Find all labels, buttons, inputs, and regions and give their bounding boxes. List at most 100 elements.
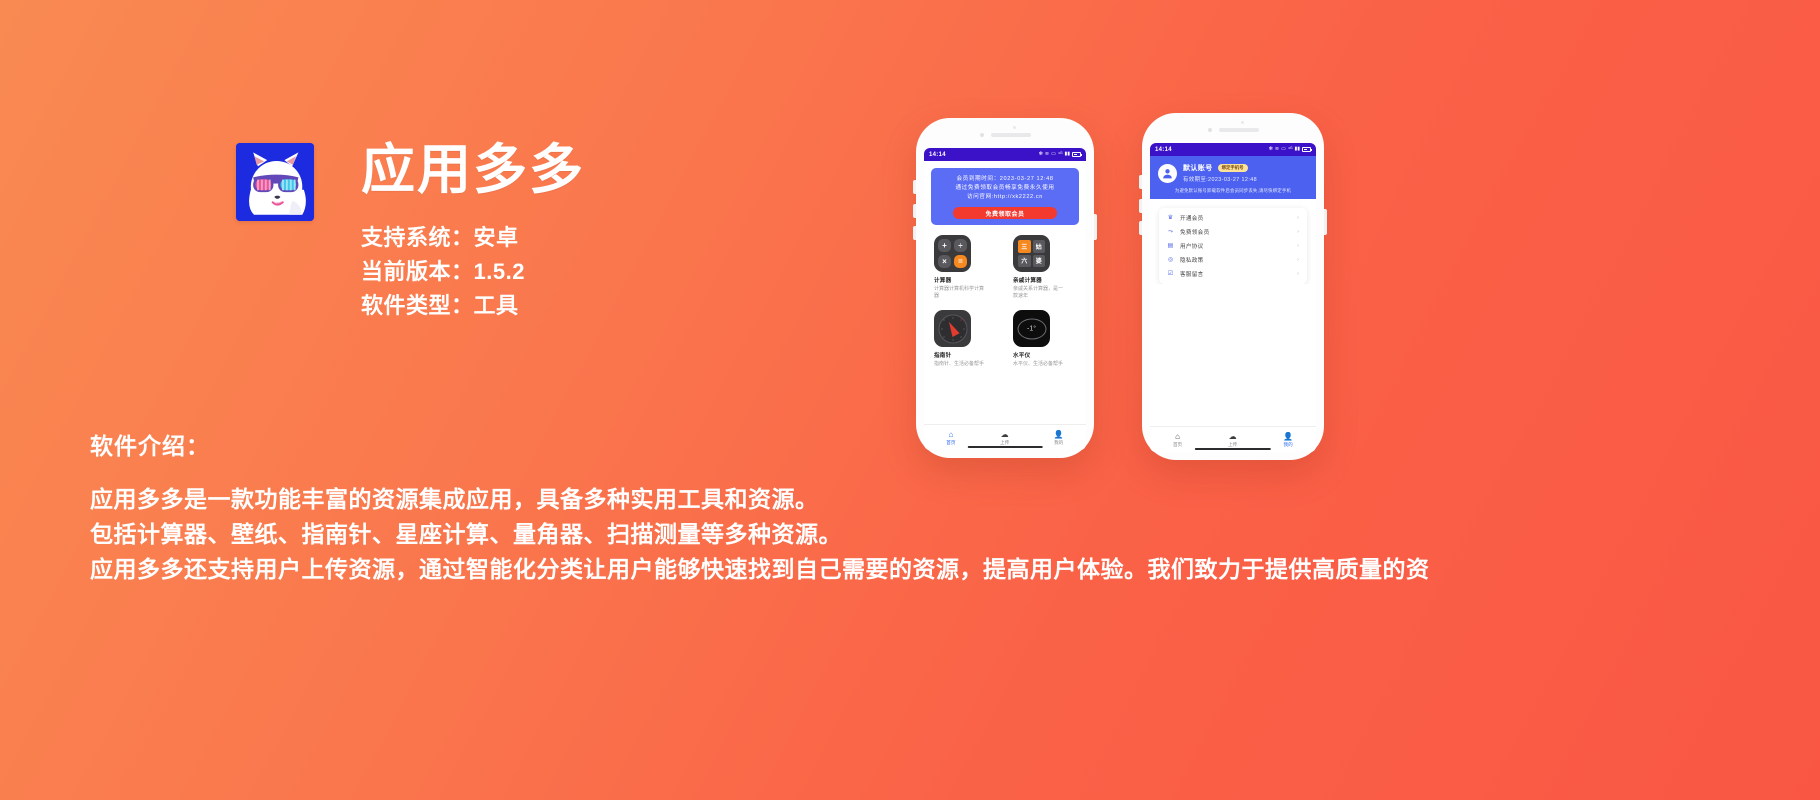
share-icon: ⤳ — [1168, 229, 1173, 235]
battery-icon — [1302, 147, 1312, 152]
speaker-grill — [1218, 128, 1259, 132]
sim-icon: ▭ — [1051, 151, 1056, 157]
menu-label: 免费领会员 — [1180, 230, 1210, 236]
rel-key-4: 婆 — [1032, 254, 1045, 267]
claim-free-membership-button[interactable]: 免费领取会员 — [952, 207, 1058, 219]
wifi-icon: ≋ — [1044, 151, 1050, 157]
chevron-right-icon: › — [1297, 271, 1299, 277]
calc-key-multiply: × — [938, 255, 951, 268]
battery-icon — [1072, 152, 1082, 157]
app-item-level[interactable]: -1° 水平仪 水平仪、生活必备帮手 — [1013, 310, 1076, 368]
tab-label: 首页 — [946, 440, 956, 445]
phone-mockup-profile: 14:14 ✻ ≋ ▭ ⁴ᴳ ▮▮ 默认账号 绑定手机号 有效期至:2023-0… — [1139, 113, 1327, 460]
profile-header: 默认账号 绑定手机号 有效期至:2023-03-27 12:48 为避免默认账号… — [1150, 156, 1316, 199]
promo-description: 通过免费领取会员畅享免费永久使用 — [955, 185, 1055, 191]
meta-support-system: 支持系统：安卓 — [361, 225, 519, 250]
avatar[interactable] — [1158, 163, 1177, 183]
calc-key-plus: + — [938, 239, 951, 252]
status-bar: 14:14 ✻ ≋ ▭ ⁴ᴳ ▮▮ — [924, 148, 1086, 161]
tab-label: 上传 — [1000, 440, 1010, 445]
signal-bars-icon: ▮▮ — [1064, 151, 1070, 157]
tab-upload[interactable]: ☁ 上传 — [1228, 433, 1237, 448]
tab-upload[interactable]: ☁ 上传 — [1000, 431, 1009, 446]
app-name: 计算器 — [934, 278, 952, 284]
bind-phone-badge[interactable]: 绑定手机号 — [1217, 163, 1248, 173]
chevron-right-icon: › — [1297, 229, 1299, 235]
profile-body: 默认账号 绑定手机号 有效期至:2023-03-27 12:48 为避免默认账号… — [1150, 156, 1316, 452]
bluetooth-icon: ✻ — [1038, 151, 1043, 157]
signal-bars-icon: ▮▮ — [1294, 146, 1300, 152]
home-body: 会员到期时间：2023-03-27 12:48 通过免费领取会员畅享免费永久使用… — [924, 161, 1086, 424]
app-icon — [236, 143, 314, 221]
app-name: 亲戚计算器 — [1013, 278, 1042, 284]
home-icon: ⌂ — [1175, 432, 1180, 441]
menu-item-user-agreement[interactable]: ▤ 用户协议 › — [1159, 239, 1307, 253]
person-icon: 👤 — [1283, 432, 1294, 441]
phone-screen-profile: 14:14 ✻ ≋ ▭ ⁴ᴳ ▮▮ 默认账号 绑定手机号 有效期至:2023-0… — [1150, 143, 1316, 452]
menu-label: 用户协议 — [1180, 244, 1204, 250]
app-desc: 亲戚关系计算器，是一款速年 — [1013, 286, 1064, 299]
menu-label: 隐私政策 — [1180, 258, 1204, 264]
profile-menu-card: ♛ 开通会员 › ⤳ 免费领会员 › ▤ 用户协议 › ◎ 隐私政策 › ☑ 客… — [1159, 208, 1307, 284]
relatives-calculator-icon: 三 姑 六 婆 — [1013, 235, 1050, 272]
person-icon — [1163, 168, 1172, 178]
status-icons: ✻ ≋ ▭ ⁴ᴳ ▮▮ — [1269, 146, 1312, 152]
membership-promo-banner: 会员到期时间：2023-03-27 12:48 通过免费领取会员畅享免费永久使用… — [931, 168, 1079, 225]
promo-website: 访问官网:http://xk2222.cn — [966, 194, 1044, 200]
phone-screen-home: 14:14 ✻ ≋ ▭ ⁴ᴳ ▮▮ 会员到期时间：2023-03-27 12:4… — [924, 148, 1086, 450]
tab-label: 首页 — [1172, 442, 1183, 447]
app-item-calculator[interactable]: + ÷ × = 计算器 计算器计算机科学计算器 — [934, 235, 997, 300]
intro-line-3: 应用多多还支持用户上传资源，通过智能化分类让用户能够快速找到自己需要的资源，提高… — [90, 556, 1430, 582]
status-bar: 14:14 ✻ ≋ ▭ ⁴ᴳ ▮▮ — [1150, 143, 1316, 156]
shield-lock-icon: ◎ — [1167, 257, 1174, 263]
chevron-right-icon: › — [1297, 243, 1299, 249]
menu-item-customer-service[interactable]: ☑ 客服留言 › — [1159, 267, 1307, 281]
camera-dot-icon — [979, 133, 984, 137]
compass-icon — [934, 310, 971, 347]
tab-mine[interactable]: 👤 我的 — [1283, 433, 1293, 448]
tab-label: 我的 — [1283, 442, 1293, 447]
cat-sunglasses-icon — [236, 143, 314, 221]
tab-label: 我的 — [1054, 440, 1064, 445]
status-time: 14:14 — [1155, 146, 1172, 153]
level-icon: -1° — [1013, 310, 1050, 347]
app-item-compass[interactable]: 指南针 指南针、生活必备帮手 — [934, 310, 997, 368]
menu-item-privacy-policy[interactable]: ◎ 隐私政策 › — [1159, 253, 1307, 267]
upload-cloud-icon: ☁ — [1228, 432, 1237, 441]
level-reading: -1° — [1017, 318, 1046, 339]
app-item-relatives-calculator[interactable]: 三 姑 六 婆 亲戚计算器 亲戚关系计算器，是一款速年 — [1013, 235, 1076, 300]
menu-item-free-vip[interactable]: ⤳ 免费领会员 › — [1159, 225, 1307, 239]
status-icons: ✻ ≋ ▭ ⁴ᴳ ▮▮ — [1038, 151, 1082, 157]
sensor-dot-icon — [1013, 126, 1016, 129]
tab-home[interactable]: ⌂ 首页 — [1173, 433, 1182, 448]
app-grid: + ÷ × = 计算器 计算器计算机科学计算器 三 姑 六 婆 亲戚计算器 亲戚… — [931, 235, 1079, 368]
tab-home[interactable]: ⌂ 首页 — [946, 431, 955, 446]
app-meta-list: 支持系统：安卓 当前版本：1.5.2 软件类型：工具 — [361, 221, 585, 323]
bottom-tab-bar: ⌂ 首页 ☁ 上传 👤 我的 — [1150, 426, 1316, 452]
tab-mine[interactable]: 👤 我的 — [1054, 431, 1064, 446]
menu-label: 客服留言 — [1180, 272, 1204, 278]
profile-note: 为避免默认账号卸载软件后会员同步丢失,请尽快绑定手机 — [1174, 188, 1292, 193]
wifi-icon: ≋ — [1274, 146, 1280, 152]
speaker-grill — [990, 133, 1031, 137]
sim-icon: ▭ — [1281, 146, 1286, 152]
app-desc: 计算器计算机科学计算器 — [934, 286, 985, 299]
menu-item-vip[interactable]: ♛ 开通会员 › — [1159, 211, 1307, 225]
phone-mockups: 14:14 ✻ ≋ ▭ ⁴ᴳ ▮▮ 默认账号 绑定手机号 有效期至:2023-0… — [900, 100, 1380, 480]
compass-needle-icon — [945, 320, 960, 337]
home-icon: ⌂ — [948, 430, 954, 439]
camera-dot-icon — [1207, 128, 1212, 132]
chevron-right-icon: › — [1297, 257, 1299, 263]
status-time: 14:14 — [929, 151, 946, 158]
phone-notch — [916, 133, 1094, 137]
rel-key-3: 六 — [1018, 254, 1031, 267]
meta-software-type: 软件类型：工具 — [361, 293, 519, 318]
menu-label: 开通会员 — [1180, 216, 1204, 222]
phone-mockup-home: 14:14 ✻ ≋ ▭ ⁴ᴳ ▮▮ 会员到期时间：2023-03-27 12:4… — [913, 118, 1097, 458]
vip-crown-icon: ♛ — [1167, 215, 1174, 221]
document-icon: ▤ — [1167, 243, 1174, 249]
message-edit-icon: ☑ — [1167, 271, 1174, 277]
rel-key-2: 姑 — [1032, 240, 1045, 253]
sensor-dot-icon — [1241, 121, 1244, 124]
home-indicator — [1194, 448, 1272, 450]
